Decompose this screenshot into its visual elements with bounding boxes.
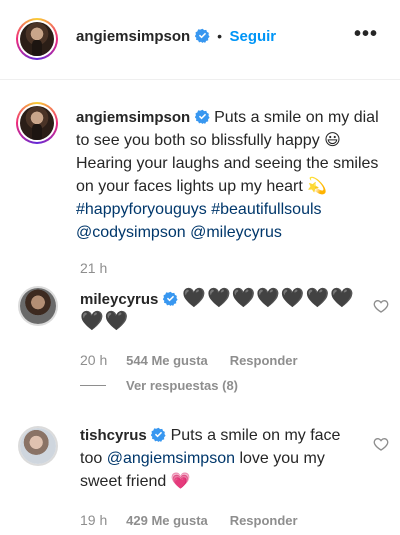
like-heart-icon[interactable] (373, 436, 389, 452)
dizzy-emoji: 💫 (307, 178, 328, 195)
mention-link[interactable]: @angiemsimpson (107, 450, 235, 467)
comment-meta: 20 h 544 Me gusta Responder (80, 352, 298, 368)
caption-text-part-2: Hearing your laughs and seeing the smile… (76, 155, 379, 195)
reply-button[interactable]: Responder (230, 353, 298, 368)
black-hearts-emoji: 🖤🖤🖤🖤🖤🖤🖤 (182, 288, 355, 309)
likes-count[interactable]: 429 Me gusta (126, 513, 208, 528)
caption-username[interactable]: angiemsimpson (76, 109, 190, 126)
header-user-line: angiemsimpson • Seguir (76, 28, 276, 46)
comment-tish: tishcyrus Puts a smile on my face too @a… (80, 424, 365, 493)
verified-badge-icon (194, 28, 210, 43)
divider-line (80, 385, 106, 386)
more-options-icon[interactable]: ••• (354, 24, 378, 44)
separator-dot: • (217, 28, 223, 44)
smile-emoji: 😃 (324, 132, 341, 149)
comment-timestamp[interactable]: 20 h (80, 352, 107, 368)
caption-timestamp[interactable]: 21 h (80, 260, 107, 276)
mention-link[interactable]: @mileycyrus (190, 224, 282, 241)
verified-badge-icon (194, 109, 210, 124)
comment-username[interactable]: tishcyrus (80, 427, 147, 444)
caption-text: angiemsimpson Puts a smile on my dial to… (76, 106, 388, 244)
follow-button[interactable]: Seguir (229, 28, 276, 45)
reply-button[interactable]: Responder (230, 513, 298, 528)
verified-badge-icon (162, 291, 178, 306)
comment-username[interactable]: mileycyrus (80, 291, 158, 308)
likes-count[interactable]: 544 Me gusta (126, 353, 208, 368)
like-heart-icon[interactable] (373, 298, 389, 314)
black-hearts-emoji: 🖤🖤 (80, 311, 130, 332)
mention-link[interactable]: @codysimpson (76, 224, 186, 241)
header-avatar[interactable] (16, 18, 58, 60)
header-username[interactable]: angiemsimpson (76, 28, 190, 45)
view-replies-button[interactable]: Ver respuestas (8) (80, 378, 238, 393)
comment-miley: mileycyrus 🖤🖤🖤🖤🖤🖤🖤 🖤🖤 (80, 288, 365, 334)
comment-avatar[interactable] (18, 286, 58, 326)
hashtag-link[interactable]: #beautifullsouls (211, 201, 321, 218)
comment-avatar[interactable] (18, 426, 58, 466)
comment-meta: 19 h 429 Me gusta Responder (80, 512, 298, 528)
caption-avatar[interactable] (16, 102, 58, 144)
comment-timestamp[interactable]: 19 h (80, 512, 107, 528)
hashtag-link[interactable]: #happyforyouguys (76, 201, 207, 218)
pink-heart-emoji: 💗 (170, 473, 191, 490)
view-replies-label: Ver respuestas (8) (126, 378, 239, 393)
verified-badge-icon (151, 427, 166, 442)
post-header: angiemsimpson • Seguir ••• (0, 0, 400, 80)
